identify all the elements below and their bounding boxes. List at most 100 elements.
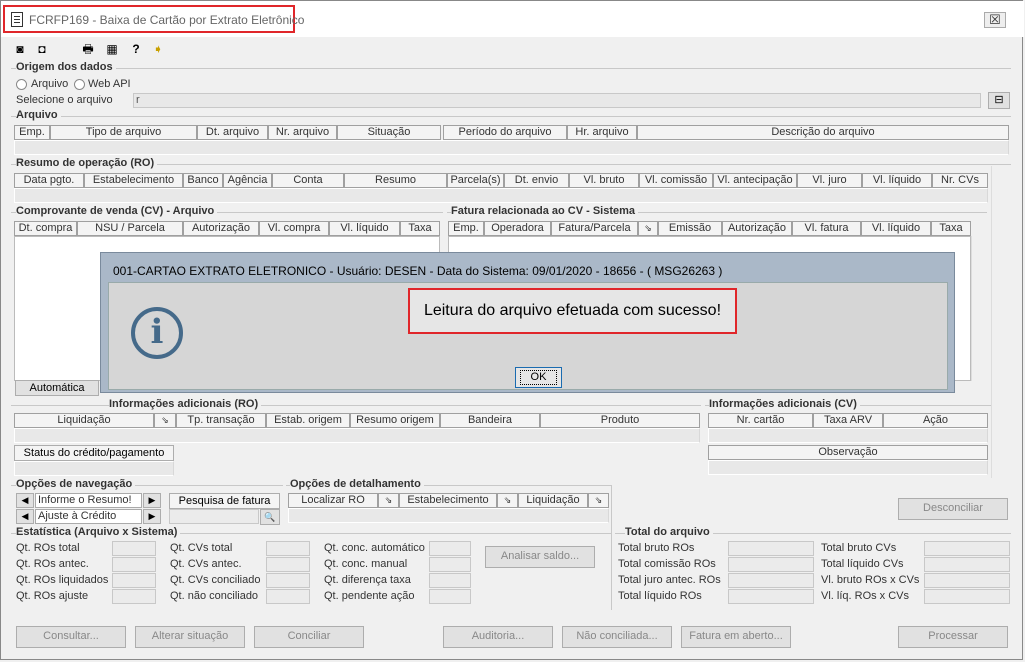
import-icon[interactable]: ◘ (35, 42, 49, 56)
col-estabelecimento[interactable]: Estabelecimento (84, 173, 183, 188)
desconciliar-button[interactable]: Desconciliar (898, 498, 1008, 520)
fatura-em-aberto-button[interactable]: Fatura em aberto... (681, 626, 791, 648)
col-vl-compra[interactable]: Vl. compra (259, 221, 329, 236)
estab-sort-icon[interactable]: ⇘ (497, 493, 518, 508)
col-vl-fatura[interactable]: Vl. fatura (792, 221, 861, 236)
col-emp[interactable]: Emp. (14, 125, 50, 140)
col-produto[interactable]: Produto (540, 413, 700, 428)
col-taxa-cv[interactable]: Taxa (400, 221, 440, 236)
export-icon[interactable]: ◙ (13, 42, 27, 56)
col-resumo[interactable]: Resumo (344, 173, 447, 188)
arquivo-row[interactable] (14, 140, 1009, 155)
col-fatura-parcela[interactable]: Fatura/Parcela (551, 221, 638, 236)
qt-ros-antec-value (112, 557, 156, 572)
col-acao[interactable]: Ação (883, 413, 988, 428)
col-agencia[interactable]: Agência (223, 173, 272, 188)
nav-left-arrow-icon[interactable]: ◀ (16, 493, 34, 508)
qt-conc-manual-value (429, 557, 471, 572)
informe-resumo-field[interactable]: Informe o Resumo! (35, 493, 142, 508)
detalhamento-row[interactable] (288, 508, 609, 523)
fatura-sort-icon[interactable]: ⇘ (638, 221, 658, 236)
col-conta[interactable]: Conta (272, 173, 344, 188)
col-nr-cartao[interactable]: Nr. cartão (708, 413, 813, 428)
col-emp-fatura[interactable]: Emp. (448, 221, 484, 236)
nav-right-arrow-icon[interactable]: ▶ (143, 493, 161, 508)
vl-liq-ros-cvs-value (924, 589, 1010, 604)
exit-icon[interactable]: ➧ (151, 42, 165, 56)
liquidacao-det-sort-icon[interactable]: ⇘ (588, 493, 609, 508)
help-icon[interactable]: ? (129, 42, 143, 56)
col-bandeira[interactable]: Bandeira (440, 413, 540, 428)
total-comissao-ros-label: Total comissão ROs (618, 558, 716, 570)
col-nr-cvs[interactable]: Nr. CVs (932, 173, 988, 188)
col-tipo-arquivo[interactable]: Tipo de arquivo (50, 125, 197, 140)
search-icon[interactable]: 🔍 (260, 509, 280, 525)
col-liquidacao[interactable]: Liquidação (14, 413, 154, 428)
file-path-input[interactable]: r (133, 93, 981, 108)
col-taxa-fatura[interactable]: Taxa (931, 221, 971, 236)
pesquisa-fatura-input[interactable] (169, 509, 259, 524)
col-banco[interactable]: Banco (183, 173, 223, 188)
col-tp-transacao[interactable]: Tp. transação (176, 413, 266, 428)
col-emissao[interactable]: Emissão (658, 221, 722, 236)
col-vl-liquido[interactable]: Vl. líquido (862, 173, 932, 188)
localizar-ro-header[interactable]: Localizar RO (288, 493, 378, 508)
ajuste-right-arrow-icon[interactable]: ▶ (143, 509, 161, 524)
dialog-message: Leitura do arquivo efetuada com sucesso! (408, 288, 737, 334)
ok-button[interactable]: OK (515, 367, 562, 388)
status-credito-button[interactable]: Status do crédito/pagamento (14, 445, 174, 461)
col-hr-arquivo[interactable]: Hr. arquivo (567, 125, 637, 140)
auditoria-button[interactable]: Auditoria... (443, 626, 553, 648)
col-vl-liquido-cv[interactable]: Vl. líquido (329, 221, 400, 236)
observacao-row[interactable] (708, 460, 988, 475)
close-button[interactable]: ☒ (984, 12, 1006, 28)
col-descricao[interactable]: Descrição do arquivo (637, 125, 1009, 140)
col-vl-comissao[interactable]: Vl. comissão (639, 173, 713, 188)
col-vl-antecipacao[interactable]: Vl. antecipação (713, 173, 797, 188)
info-ro-row[interactable] (14, 428, 700, 443)
col-periodo[interactable]: Período do arquivo (443, 125, 567, 140)
col-resumo-origem[interactable]: Resumo origem (350, 413, 440, 428)
ajuste-credito-select[interactable]: Ajuste à Crédito (35, 509, 142, 524)
ro-row[interactable] (14, 188, 988, 203)
col-vl-bruto[interactable]: Vl. bruto (569, 173, 639, 188)
calculator-icon[interactable]: ▦ (105, 42, 119, 56)
info-cv-row[interactable] (708, 428, 988, 443)
processar-button[interactable]: Processar (898, 626, 1008, 648)
col-taxa-arv[interactable]: Taxa ARV (813, 413, 883, 428)
fatura-scrollbar[interactable] (971, 236, 988, 381)
print-icon[interactable]: 🖶 (81, 42, 95, 56)
col-dt-envio[interactable]: Dt. envio (504, 173, 569, 188)
col-autorizacao-fatura[interactable]: Autorização (722, 221, 792, 236)
col-dt-arquivo[interactable]: Dt. arquivo (197, 125, 268, 140)
liquidacao-header[interactable]: Liquidação (518, 493, 588, 508)
col-estab-origem[interactable]: Estab. origem (266, 413, 350, 428)
analisar-saldo-button[interactable]: Analisar saldo... (485, 546, 595, 568)
consultar-button[interactable]: Consultar... (16, 626, 126, 648)
col-dt-compra[interactable]: Dt. compra (14, 221, 77, 236)
arquivo-radio[interactable] (16, 79, 27, 90)
col-vl-juro[interactable]: Vl. juro (797, 173, 862, 188)
col-parcelas[interactable]: Parcela(s) (447, 173, 504, 188)
automatica-button[interactable]: Automática (15, 380, 99, 396)
ajuste-left-arrow-icon[interactable]: ◀ (16, 509, 34, 524)
col-vl-liquido-fatura[interactable]: Vl. líquido (861, 221, 931, 236)
col-data-pgto[interactable]: Data pgto. (14, 173, 84, 188)
pesquisa-fatura-button[interactable]: Pesquisa de fatura (169, 493, 280, 509)
alterar-situacao-button[interactable]: Alterar situação (135, 626, 245, 648)
localizar-sort-icon[interactable]: ⇘ (378, 493, 399, 508)
conciliar-button[interactable]: Conciliar (254, 626, 364, 648)
webapi-radio[interactable] (74, 79, 85, 90)
liquidacao-sort-icon[interactable]: ⇘ (154, 413, 176, 428)
col-autorizacao-cv[interactable]: Autorização (183, 221, 259, 236)
col-nr-arquivo[interactable]: Nr. arquivo (268, 125, 337, 140)
nao-conciliada-button[interactable]: Não conciliada... (562, 626, 672, 648)
col-nsu-parcela[interactable]: NSU / Parcela (77, 221, 183, 236)
col-operadora[interactable]: Operadora (484, 221, 551, 236)
total-liquido-cvs-value (924, 557, 1010, 572)
col-situacao[interactable]: Situação (337, 125, 441, 140)
right-scrollbar[interactable] (991, 166, 1008, 478)
estabelecimento-header[interactable]: Estabelecimento (399, 493, 497, 508)
browse-icon[interactable]: ⊟ (988, 92, 1010, 109)
col-observacao[interactable]: Observação (708, 445, 988, 460)
